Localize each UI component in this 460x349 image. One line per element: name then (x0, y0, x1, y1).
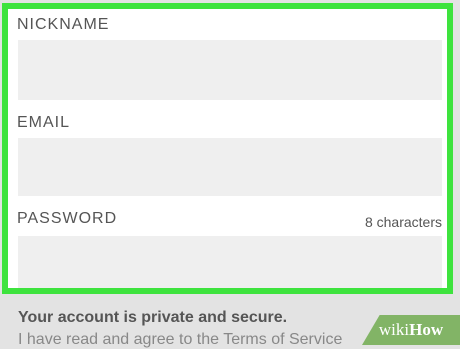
email-label: EMAIL (17, 114, 71, 131)
privacy-heading: Your account is private and secure. (18, 309, 288, 326)
wikihow-watermark: wikiHow (362, 315, 460, 345)
terms-of-service-text: I have read and agree to the Terms of Se… (18, 331, 343, 348)
email-input[interactable] (18, 138, 442, 196)
password-label: PASSWORD (17, 210, 118, 227)
nickname-label: NICKNAME (17, 16, 110, 33)
watermark-wiki: wiki (378, 320, 410, 339)
password-length-hint: 8 characters (364, 214, 442, 230)
watermark-how: How (409, 320, 444, 339)
nickname-input[interactable] (18, 40, 442, 100)
password-input[interactable] (18, 236, 442, 288)
